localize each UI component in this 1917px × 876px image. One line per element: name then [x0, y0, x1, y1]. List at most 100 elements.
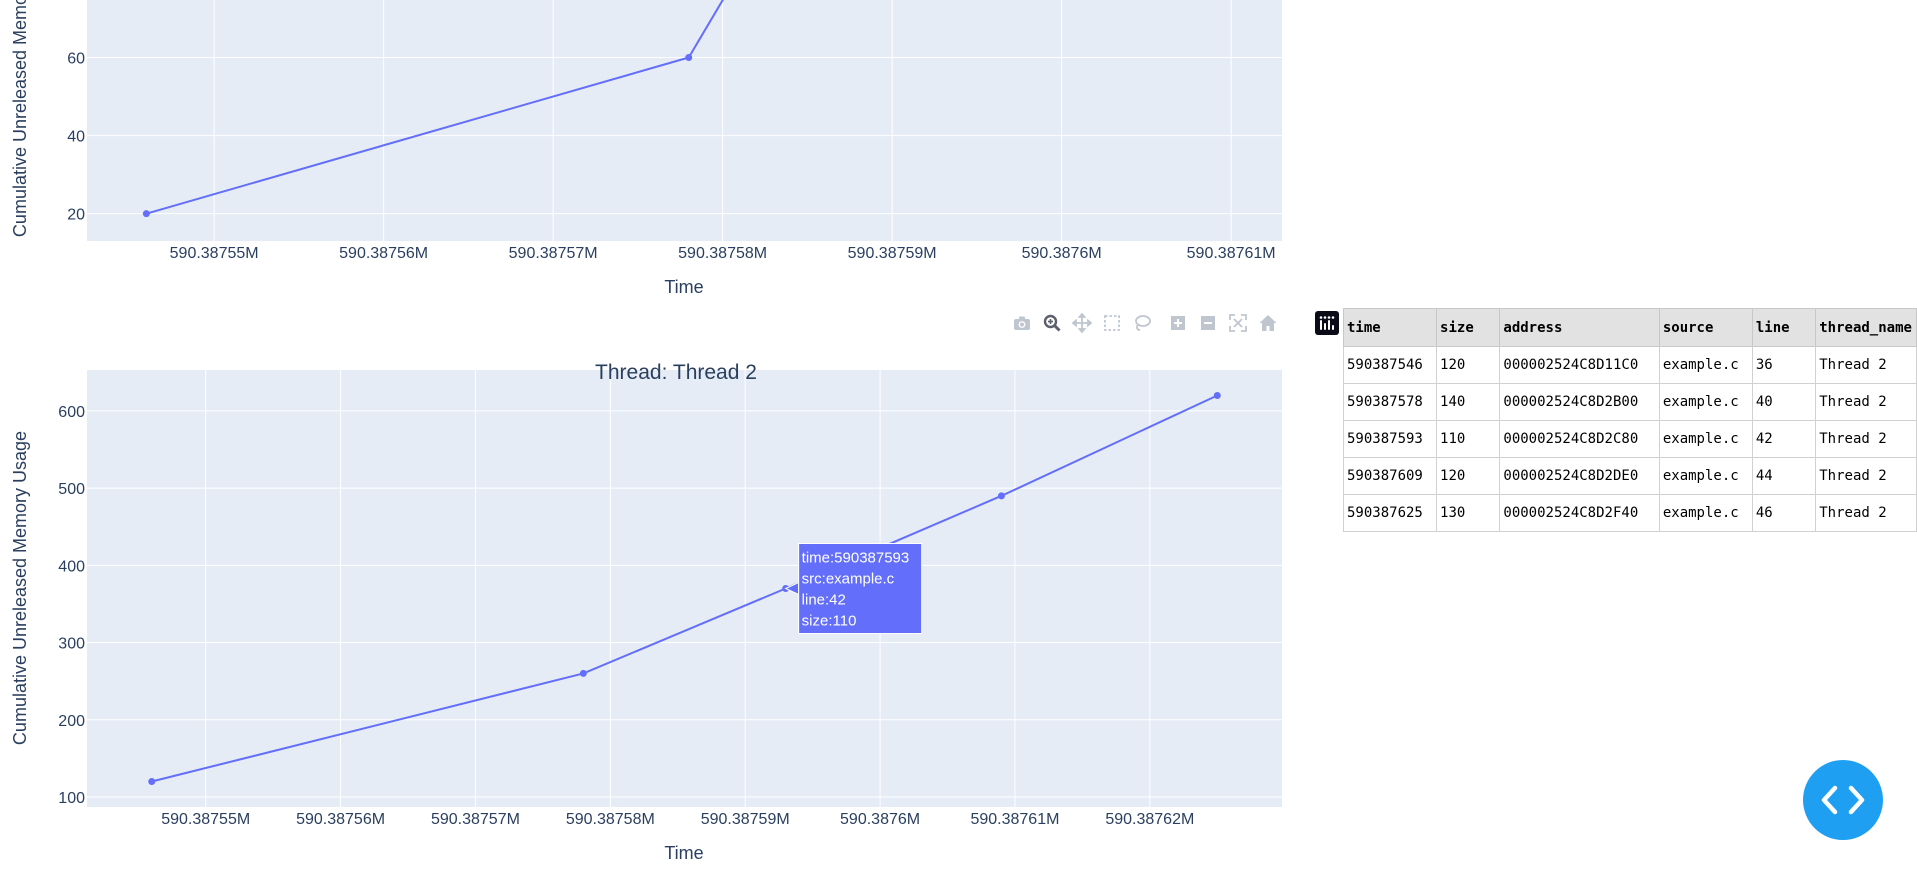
- x-tick-label: 590.38761M: [1187, 245, 1276, 262]
- plot-area[interactable]: [87, 0, 1282, 241]
- camera-icon[interactable]: [1010, 311, 1034, 335]
- table-cell: 590387625: [1343, 494, 1438, 532]
- table-cell: Thread 2: [1815, 494, 1917, 532]
- code-toggle-button[interactable]: [1803, 760, 1883, 840]
- x-tick-label: 590.3876M: [1022, 245, 1102, 262]
- table-cell: 120: [1436, 457, 1501, 495]
- y-tick-label: 300: [58, 636, 85, 653]
- chart-thread-2[interactable]: 590.38755M 590.38756M 590.38757M 590.38758M…: [10, 361, 1282, 863]
- data-point[interactable]: [142, 210, 150, 218]
- column-header-time[interactable]: time: [1343, 308, 1438, 347]
- table-cell: 42: [1751, 420, 1817, 458]
- chart-thread-1[interactable]: 590.38755M 590.38756M 590.38757M 590.38758M…: [10, 0, 1282, 297]
- column-header-address[interactable]: address: [1499, 308, 1660, 347]
- column-header-size[interactable]: size: [1436, 308, 1501, 347]
- zoom-icon[interactable]: [1040, 311, 1064, 335]
- y-axis-label: Cumulative Unreleased Memory Usage: [10, 0, 30, 237]
- table-cell: 590387593: [1343, 420, 1438, 458]
- x-tick-label: 590.38755M: [170, 245, 259, 262]
- box-select-icon[interactable]: [1100, 311, 1124, 335]
- y-tick-label: 20: [67, 207, 85, 224]
- column-header-line[interactable]: line: [1751, 308, 1817, 347]
- data-table: time size address source line thread_nam…: [1343, 308, 1917, 532]
- y-tick-label: 60: [67, 50, 85, 67]
- chart-title: Thread: Thread 2: [595, 361, 757, 384]
- x-tick-label: 590.38756M: [339, 245, 428, 262]
- lasso-select-icon[interactable]: [1130, 311, 1154, 335]
- table-cell: 000002524C8D2B00: [1499, 383, 1660, 421]
- x-tick-label: 590.38756M: [296, 811, 385, 828]
- data-point[interactable]: [148, 778, 156, 786]
- table-row: 590387546 120 000002524C8D11C0 example.c…: [1343, 346, 1917, 384]
- autoscale-icon[interactable]: [1226, 311, 1250, 335]
- table-cell: 590387609: [1343, 457, 1438, 495]
- reset-axes-icon[interactable]: [1256, 311, 1280, 335]
- data-point[interactable]: [685, 53, 693, 61]
- x-tick-label: 590.38759M: [701, 811, 790, 828]
- code-icon: [1821, 785, 1865, 815]
- table-row: 590387609 120 000002524C8D2DE0 example.c…: [1343, 457, 1917, 495]
- modebar: [1010, 311, 1280, 335]
- table-cell: Thread 2: [1815, 420, 1917, 458]
- tooltip-line: src:example.c: [802, 571, 895, 588]
- table-cell: example.c: [1658, 383, 1753, 421]
- table-row: 590387593 110 000002524C8D2C80 example.c…: [1343, 420, 1917, 458]
- y-axis-label: Cumulative Unreleased Memory Usage: [10, 431, 30, 745]
- tooltip-line: size:110: [802, 613, 857, 630]
- table-row: 590387625 130 000002524C8D2F40 example.c…: [1343, 494, 1917, 532]
- y-tick-label: 500: [58, 481, 85, 498]
- tooltip-line: line:42: [802, 592, 846, 609]
- table-cell: 000002524C8D2F40: [1499, 494, 1660, 532]
- y-tick-label: 200: [58, 713, 85, 730]
- data-point[interactable]: [579, 669, 587, 677]
- table-cell: example.c: [1658, 457, 1753, 495]
- table-cell: 140: [1436, 383, 1501, 421]
- zoom-out-icon[interactable]: [1196, 311, 1220, 335]
- x-tick-label: 590.38758M: [678, 245, 767, 262]
- table-cell: example.c: [1658, 346, 1753, 384]
- y-tick-label: 100: [58, 790, 85, 807]
- table-cell: Thread 2: [1815, 383, 1917, 421]
- table-cell: 000002524C8D2DE0: [1499, 457, 1660, 495]
- table-cell: 590387546: [1343, 346, 1438, 384]
- y-tick-label: 40: [67, 129, 85, 146]
- x-tick-label: 590.38758M: [566, 811, 655, 828]
- data-point[interactable]: [997, 492, 1005, 500]
- plot-area[interactable]: [87, 370, 1282, 807]
- x-tick-label: 590.38757M: [431, 811, 520, 828]
- plotly-logo-icon[interactable]: [1315, 311, 1339, 335]
- x-tick-label: 590.3876M: [840, 811, 920, 828]
- table-cell: example.c: [1658, 420, 1753, 458]
- table-cell: 40: [1751, 383, 1817, 421]
- y-tick-label: 600: [58, 404, 85, 421]
- table-cell: 110: [1436, 420, 1501, 458]
- column-header-source[interactable]: source: [1658, 308, 1753, 347]
- table-cell: 590387578: [1343, 383, 1438, 421]
- table-cell: 120: [1436, 346, 1501, 384]
- hover-tooltip: time:590387593 src:example.c line:42 size:1…: [784, 543, 923, 634]
- pan-icon[interactable]: [1070, 311, 1094, 335]
- table-header-row: time size address source line thread_nam…: [1343, 308, 1917, 347]
- x-tick-label: 590.38759M: [848, 245, 937, 262]
- table-cell: Thread 2: [1815, 346, 1917, 384]
- table-row: 590387578 140 000002524C8D2B00 example.c…: [1343, 383, 1917, 421]
- table-cell: 46: [1751, 494, 1817, 532]
- data-point[interactable]: [1213, 391, 1221, 399]
- column-header-thread-name[interactable]: thread_name: [1815, 308, 1917, 347]
- table-cell: example.c: [1658, 494, 1753, 532]
- table-cell: 000002524C8D11C0: [1499, 346, 1660, 384]
- table-cell: 130: [1436, 494, 1501, 532]
- x-tick-label: 590.38762M: [1105, 811, 1194, 828]
- table-cell: 000002524C8D2C80: [1499, 420, 1660, 458]
- y-tick-label: 400: [58, 558, 85, 575]
- x-tick-label: 590.38755M: [161, 811, 250, 828]
- tooltip-line: time:590387593: [802, 550, 910, 567]
- x-tick-label: 590.38761M: [970, 811, 1059, 828]
- table-cell: 36: [1751, 346, 1817, 384]
- zoom-in-icon[interactable]: [1166, 311, 1190, 335]
- data-table-container: time size address source line thread_nam…: [1343, 308, 1917, 532]
- x-axis-label: Time: [664, 277, 703, 297]
- table-cell: Thread 2: [1815, 457, 1917, 495]
- table-cell: 44: [1751, 457, 1817, 495]
- x-tick-label: 590.38757M: [509, 245, 598, 262]
